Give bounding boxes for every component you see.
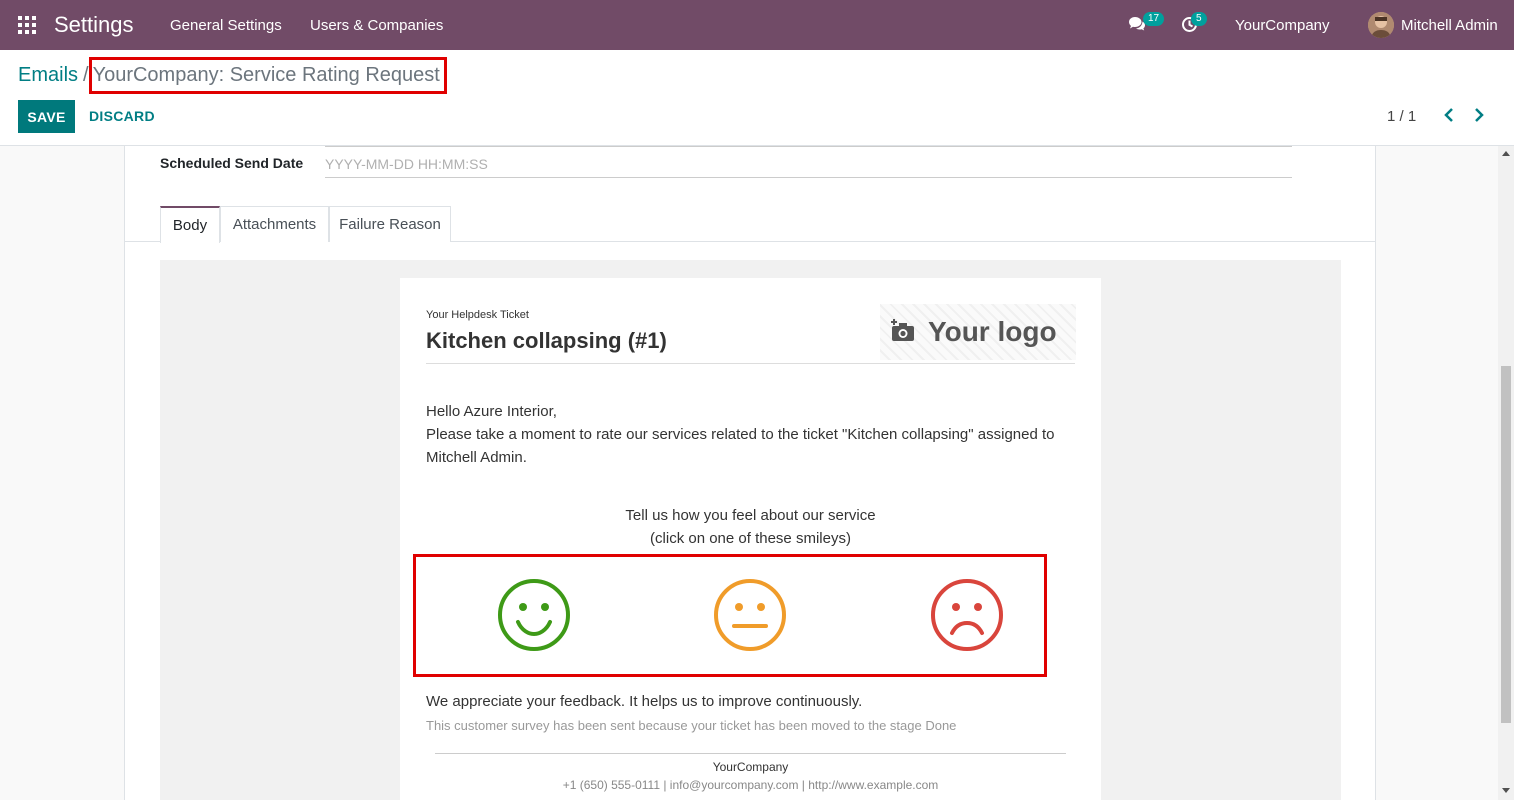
discard-button[interactable]: DISCARD xyxy=(89,108,155,124)
save-button[interactable]: SAVE xyxy=(18,100,75,133)
survey-note: This customer survey has been sent becau… xyxy=(426,718,957,733)
ticket-title: Kitchen collapsing (#1) xyxy=(426,328,667,353)
camera-icon xyxy=(891,319,914,341)
pager-value[interactable]: 1 / 1 xyxy=(1387,108,1416,125)
rating-prompt: Tell us how you feel about our service xyxy=(625,507,876,524)
tab-body[interactable]: Body xyxy=(160,206,220,243)
rating-prompt-hint: (click on one of these smileys) xyxy=(650,530,851,547)
user-menu[interactable]: Mitchell Admin xyxy=(1401,17,1498,34)
company-logo: Your logo xyxy=(880,304,1076,360)
email-message: Hello Azure Interior, Please take a mome… xyxy=(426,400,1086,469)
feedback-thanks: We appreciate your feedback. It helps us… xyxy=(426,693,863,710)
logo-text: Your logo xyxy=(928,316,1057,347)
scroll-up-icon[interactable] xyxy=(1502,151,1510,156)
footer-company: YourCompany xyxy=(712,760,789,774)
pager-next-icon[interactable] xyxy=(1471,105,1487,125)
menu-users-companies[interactable]: Users & Companies xyxy=(310,17,443,34)
scheduled-send-date-label: Scheduled Send Date xyxy=(160,155,304,171)
breadcrumb-emails-link[interactable]: Emails xyxy=(18,64,78,87)
apps-menu-icon[interactable] xyxy=(18,16,36,34)
scroll-thumb[interactable] xyxy=(1501,366,1511,723)
email-body-editor[interactable]: Your Helpdesk Ticket Kitchen collapsing … xyxy=(160,260,1341,800)
footer-contact: +1 (650) 555-0111 | info@yourcompany.com… xyxy=(562,778,939,792)
app-title[interactable]: Settings xyxy=(54,12,134,38)
tab-attachments[interactable]: Attachments xyxy=(220,206,329,242)
avatar[interactable] xyxy=(1368,12,1394,38)
email-card: Your Helpdesk Ticket Kitchen collapsing … xyxy=(400,278,1101,800)
menu-general-settings[interactable]: General Settings xyxy=(170,17,282,34)
tab-failure-reason[interactable]: Failure Reason xyxy=(329,206,451,242)
notebook-tabs: Body Attachments Failure Reason xyxy=(125,206,1376,243)
form-view: Scheduled Send Date YYYY-MM-DD HH:MM:SS … xyxy=(0,146,1498,800)
scroll-down-icon[interactable] xyxy=(1502,788,1510,793)
control-panel: Emails / YourCompany: Service Rating Req… xyxy=(0,50,1514,146)
scrollbar[interactable] xyxy=(1498,146,1514,800)
footer-divider xyxy=(435,753,1066,754)
messages-count-badge: 17 xyxy=(1143,12,1165,26)
activities-count-badge: 5 xyxy=(1191,12,1207,26)
email-message-text: Please take a moment to rate our service… xyxy=(426,426,1055,466)
title-highlight-box xyxy=(89,57,447,94)
pager-previous-icon[interactable] xyxy=(1441,105,1457,125)
top-navbar: Settings General Settings Users & Compan… xyxy=(0,0,1514,50)
form-sheet: Scheduled Send Date YYYY-MM-DD HH:MM:SS … xyxy=(124,146,1376,800)
header-divider xyxy=(426,363,1075,364)
breadcrumb-separator: / xyxy=(83,64,89,86)
smileys-highlight-box xyxy=(413,554,1047,677)
company-switcher[interactable]: YourCompany xyxy=(1235,17,1330,34)
ticket-label: Your Helpdesk Ticket xyxy=(426,309,529,321)
scheduled-send-date-input[interactable]: YYYY-MM-DD HH:MM:SS xyxy=(325,146,1292,178)
email-greeting: Hello Azure Interior, xyxy=(426,403,557,420)
